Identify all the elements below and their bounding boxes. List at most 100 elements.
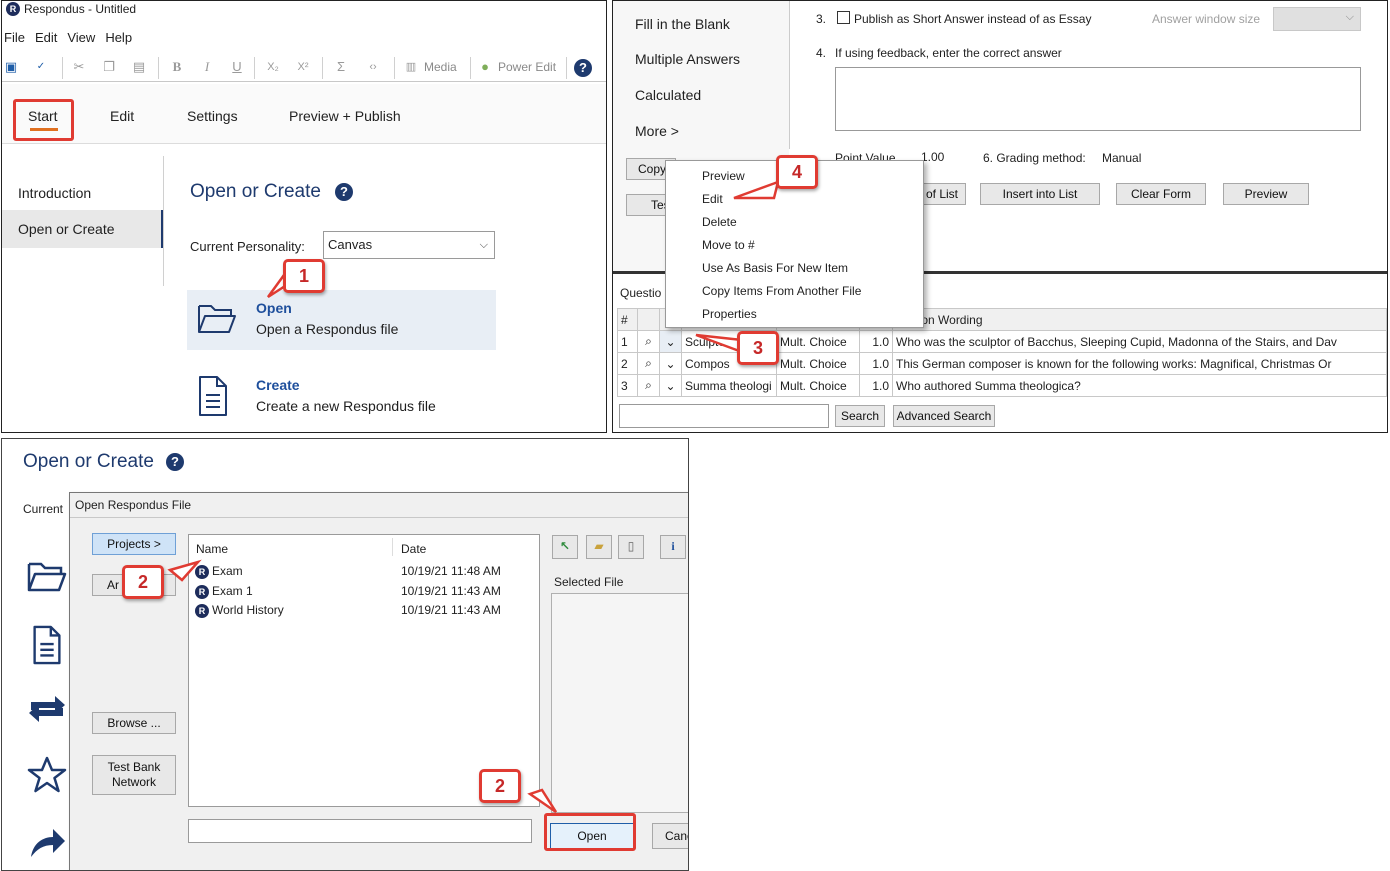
share-arrow-icon[interactable] bbox=[27, 823, 67, 863]
phone-back-icon[interactable]: ↖ bbox=[552, 535, 578, 559]
selected-file-preview bbox=[551, 593, 688, 813]
correct-answer-textarea[interactable] bbox=[835, 67, 1361, 131]
bold-icon[interactable]: B bbox=[168, 58, 186, 76]
toolbar-separator bbox=[470, 57, 471, 79]
toolbar-separator bbox=[394, 57, 395, 79]
italic-icon[interactable]: I bbox=[198, 58, 216, 76]
preview-button[interactable]: Preview bbox=[1223, 183, 1309, 205]
toolbar-separator bbox=[158, 57, 159, 79]
toolbar: ▣ ✓ ✂ ❐ ▤ B I U X₂ X² Σ ‹› ▥ Media ● Pow… bbox=[2, 54, 606, 82]
tab-settings[interactable]: Settings bbox=[187, 108, 238, 124]
question-type-calculated[interactable]: Calculated bbox=[635, 87, 701, 103]
underline-icon[interactable]: U bbox=[228, 58, 246, 76]
cut-icon[interactable]: ✂ bbox=[70, 58, 88, 76]
power-edit-button[interactable]: Power Edit bbox=[498, 60, 556, 74]
chevron-down-icon[interactable]: ⌄ bbox=[659, 374, 682, 397]
html-code-icon[interactable]: ‹› bbox=[364, 58, 382, 76]
row-points: 1.0 bbox=[859, 330, 893, 353]
list-item[interactable]: R World History 10/19/21 11:43 AM bbox=[195, 602, 535, 620]
file-name: Exam bbox=[212, 564, 243, 578]
chevron-down-icon[interactable]: ⌄ bbox=[659, 352, 682, 375]
new-file-icon[interactable]: ▯ bbox=[618, 535, 644, 559]
help-icon[interactable]: ? bbox=[165, 453, 184, 471]
menu-help[interactable]: Help bbox=[105, 30, 132, 45]
menu-bar: File Edit View Help bbox=[4, 30, 142, 48]
search-icon[interactable]: ⌕ bbox=[637, 374, 660, 397]
toolbar-separator bbox=[322, 57, 323, 79]
power-edit-icon[interactable]: ● bbox=[476, 58, 494, 76]
advanced-search-button[interactable]: Advanced Search bbox=[893, 405, 995, 427]
paste-icon[interactable]: ▤ bbox=[130, 58, 148, 76]
help-icon[interactable]: ? bbox=[574, 59, 592, 77]
document-icon[interactable] bbox=[27, 625, 67, 665]
point-value-field[interactable]: 1.00 bbox=[921, 150, 944, 164]
sidebar-item-open-or-create[interactable]: Open or Create bbox=[2, 210, 164, 248]
tab-edit[interactable]: Edit bbox=[110, 108, 134, 124]
filename-input[interactable] bbox=[188, 819, 532, 843]
answer-window-select[interactable]: ⌵ bbox=[1273, 7, 1361, 31]
star-icon[interactable] bbox=[27, 755, 67, 795]
media-icon[interactable]: ▥ bbox=[402, 58, 420, 76]
new-folder-icon[interactable]: ▰ bbox=[586, 535, 612, 559]
insert-into-list-button[interactable]: Insert into List bbox=[980, 183, 1100, 205]
row-number: 2 bbox=[617, 352, 638, 375]
question-type-fill-blank[interactable]: Fill in the Blank bbox=[635, 16, 730, 32]
search-icon[interactable]: ⌕ bbox=[637, 330, 660, 353]
window-titlebar: R Respondus - Untitled bbox=[2, 1, 606, 19]
file-name: World History bbox=[212, 603, 284, 617]
start-tab-highlight bbox=[13, 99, 74, 141]
tab-preview-publish[interactable]: Preview + Publish bbox=[289, 108, 401, 124]
row-type: Mult. Choice bbox=[776, 374, 860, 397]
row-wording: This German composer is known for the fo… bbox=[892, 352, 1387, 375]
projects-button[interactable]: Projects > bbox=[92, 533, 176, 555]
row-number: 3 bbox=[617, 374, 638, 397]
list-item[interactable]: R Exam 1 10/19/21 11:43 AM bbox=[195, 583, 535, 601]
list-item[interactable]: R Exam 10/19/21 11:48 AM bbox=[195, 563, 535, 581]
end-of-list-button[interactable]: of List bbox=[918, 183, 966, 205]
info-icon[interactable]: i bbox=[660, 535, 686, 559]
row-points: 1.0 bbox=[859, 374, 893, 397]
search-button[interactable]: Search bbox=[835, 405, 885, 427]
menu-file[interactable]: File bbox=[4, 30, 25, 45]
feedback-answer-label: If using feedback, enter the correct ans… bbox=[835, 46, 1062, 60]
equation-icon[interactable]: Σ bbox=[332, 58, 350, 76]
chevron-down-icon[interactable]: ⌄ bbox=[659, 330, 682, 353]
table-row[interactable]: 3 ⌕ ⌄ Summa theologi Mult. Choice 1.0 Wh… bbox=[617, 374, 1387, 397]
toolbar-separator bbox=[254, 57, 255, 79]
retweet-icon[interactable] bbox=[27, 689, 67, 729]
personality-select[interactable]: Canvas ⌵ bbox=[323, 231, 495, 259]
callout-badge-1: 1 bbox=[283, 259, 325, 293]
save-icon[interactable]: ▣ bbox=[2, 58, 20, 76]
help-icon[interactable]: ? bbox=[334, 183, 353, 201]
search-input[interactable] bbox=[619, 404, 829, 428]
menu-edit[interactable]: Edit bbox=[35, 30, 57, 45]
search-icon[interactable]: ⌕ bbox=[637, 352, 660, 375]
copy-icon[interactable]: ❐ bbox=[100, 58, 118, 76]
column-divider bbox=[392, 538, 393, 556]
short-answer-checkbox[interactable] bbox=[837, 11, 850, 24]
media-button[interactable]: Media bbox=[424, 60, 457, 74]
folder-open-icon[interactable] bbox=[27, 557, 67, 597]
pane-divider bbox=[789, 1, 790, 149]
cancel-button[interactable]: Canc bbox=[652, 823, 688, 849]
clear-form-button[interactable]: Clear Form bbox=[1116, 183, 1206, 205]
question-type-more[interactable]: More > bbox=[635, 123, 679, 139]
column-header-date[interactable]: Date bbox=[401, 542, 426, 556]
test-bank-network-button[interactable]: Test Bank Network bbox=[92, 755, 176, 795]
sidebar-item-introduction[interactable]: Introduction bbox=[2, 174, 164, 212]
spellcheck-icon[interactable]: ✓ bbox=[32, 58, 50, 76]
question-type-multiple-answers[interactable]: Multiple Answers bbox=[635, 51, 740, 67]
superscript-icon[interactable]: X² bbox=[294, 58, 312, 76]
open-file-option[interactable]: Open Open a Respondus file bbox=[187, 290, 496, 350]
step-4-number: 4. bbox=[816, 46, 827, 60]
create-file-option[interactable]: Create Create a new Respondus file bbox=[187, 367, 496, 427]
column-header-name[interactable]: Name bbox=[196, 542, 228, 556]
document-icon bbox=[199, 376, 227, 416]
menu-view[interactable]: View bbox=[67, 30, 95, 45]
row-wording: Who authored Summa theologica? bbox=[892, 374, 1387, 397]
subscript-icon[interactable]: X₂ bbox=[264, 58, 282, 76]
browse-button[interactable]: Browse ... bbox=[92, 712, 176, 734]
personality-value: Canvas bbox=[328, 237, 373, 252]
window-title: Respondus - Untitled bbox=[24, 2, 137, 16]
callout-badge-4: 4 bbox=[776, 155, 818, 189]
